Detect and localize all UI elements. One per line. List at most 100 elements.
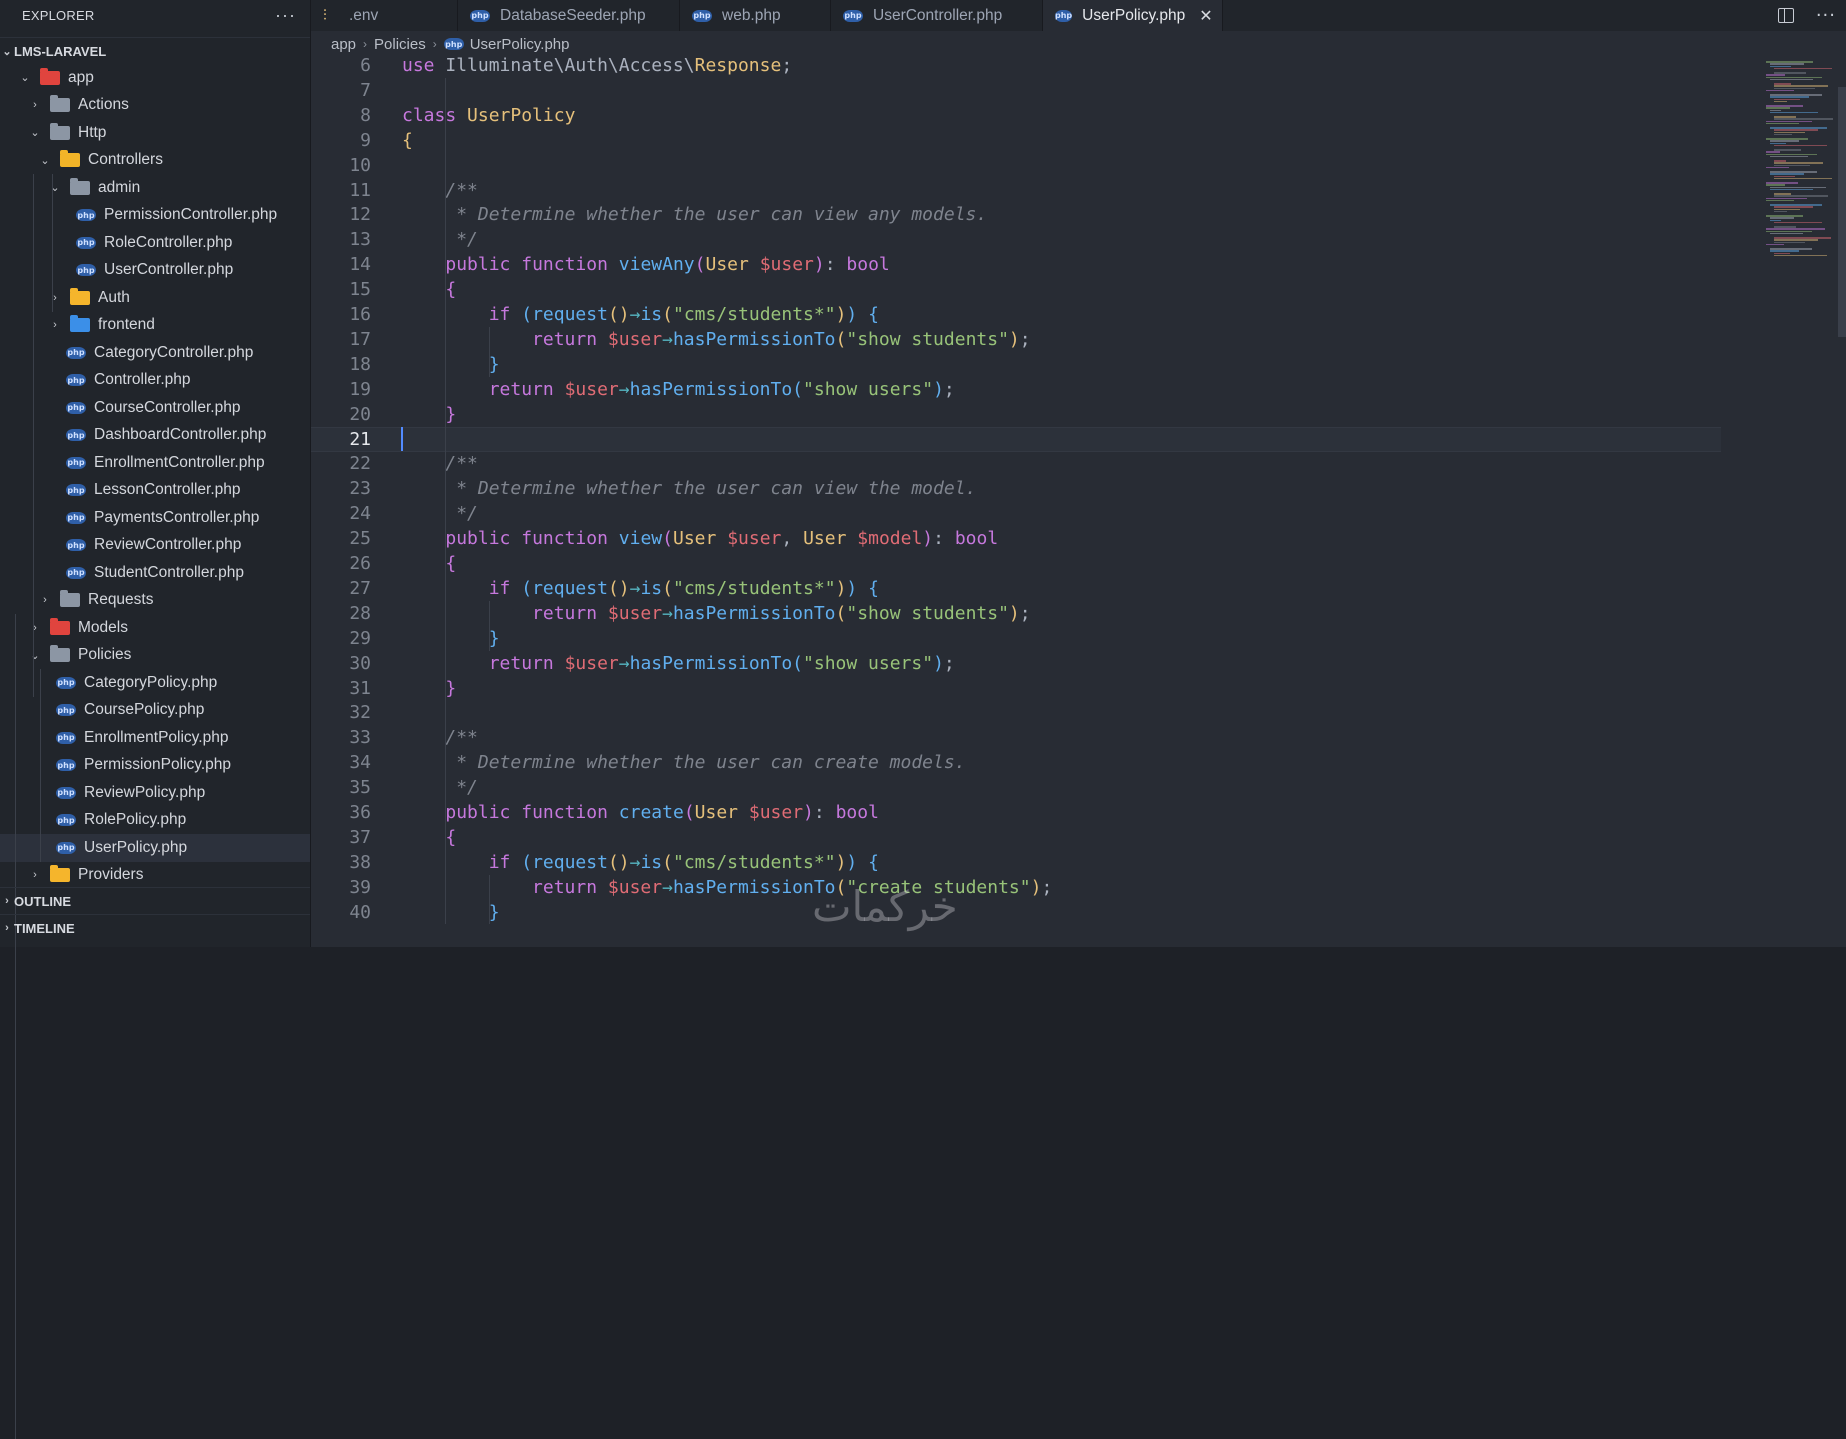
code-line[interactable]: { [402, 825, 456, 850]
folder-item[interactable]: › Auth [0, 284, 310, 312]
code-token: ) [933, 652, 944, 674]
timeline-section[interactable]: › TIMELINE [0, 914, 310, 941]
code-line[interactable]: * Determine whether the user can view an… [402, 202, 987, 227]
code-line[interactable]: */ [402, 501, 478, 526]
code-line[interactable]: return $user→hasPermissionTo("show users… [402, 651, 955, 676]
code-token: Illuminate\Auth\Access\ [434, 57, 695, 76]
folder-item[interactable]: ⌄ Http [0, 119, 310, 147]
php-file-icon: php [56, 786, 76, 799]
code-line[interactable]: } [402, 352, 500, 377]
file-item[interactable]: php UserController.php [0, 257, 310, 285]
split-editor-icon[interactable] [1777, 8, 1794, 23]
file-item[interactable]: php EnrollmentPolicy.php [0, 724, 310, 752]
explorer-sidebar: EXPLORER ··· ⌄ LMS-LARAVEL ⌄ app › Actions ⌄… [0, 0, 311, 1439]
code-token: return [488, 652, 554, 674]
code-line[interactable]: */ [402, 775, 478, 800]
code-line[interactable]: * Determine whether the user can create … [402, 750, 965, 775]
folder-item[interactable]: ⌄ Controllers [0, 147, 310, 175]
code-token: function [521, 528, 608, 550]
line-number: 30 [349, 652, 371, 674]
folder-item[interactable]: ⌄ app [0, 64, 310, 92]
close-icon[interactable]: ✕ [1199, 6, 1212, 26]
tab-usercontroller-php[interactable]: php UserController.php [831, 0, 1043, 31]
file-item[interactable]: php RoleController.php [0, 229, 310, 257]
file-item[interactable]: php EnrollmentController.php [0, 449, 310, 477]
tab-databaseseeder-php[interactable]: php DatabaseSeeder.php [458, 0, 680, 31]
php-file-icon: php [443, 38, 464, 50]
code-token: bool [846, 254, 890, 276]
breadcrumb-item[interactable]: UserPolicy.php [470, 36, 570, 53]
code-line[interactable]: class UserPolicy [402, 103, 575, 128]
code-token: User [803, 528, 847, 550]
file-item[interactable]: php PermissionPolicy.php [0, 752, 310, 780]
code-line[interactable]: public function create(User $user): bool [402, 800, 879, 825]
vertical-scrollbar[interactable] [1838, 87, 1846, 337]
file-item[interactable]: php CategoryController.php [0, 339, 310, 367]
code-line[interactable]: return $user→hasPermissionTo("show stude… [402, 327, 1031, 352]
code-line[interactable]: } [402, 626, 500, 651]
folder-icon [70, 287, 90, 305]
folder-item[interactable]: ⌄ admin [0, 174, 310, 202]
workspace-root[interactable]: ⌄ LMS-LARAVEL [0, 37, 310, 64]
chevron-right-icon: › [33, 869, 37, 882]
file-item[interactable]: php RolePolicy.php [0, 807, 310, 835]
file-item[interactable]: php CourseController.php [0, 394, 310, 422]
file-item[interactable]: php CoursePolicy.php [0, 697, 310, 725]
more-actions-icon[interactable]: ··· [275, 5, 296, 26]
code-line[interactable]: } [402, 900, 500, 925]
file-item[interactable]: php UserPolicy.php [0, 834, 310, 862]
code-token: is [640, 304, 663, 325]
chevron-down-icon: ⌄ [40, 154, 50, 167]
code-line[interactable]: if (request()→is("cms/students*")) { [402, 576, 879, 601]
minimap[interactable] [1762, 59, 1833, 259]
chevron-down-icon: ⌄ [50, 182, 60, 195]
code-line[interactable]: use Illuminate\Auth\Access\Response; [402, 57, 792, 78]
code-line[interactable]: { [402, 277, 456, 302]
code-line[interactable]: } [402, 676, 456, 701]
folder-item[interactable]: › Actions [0, 92, 310, 120]
breadcrumb-item[interactable]: Policies [374, 36, 426, 53]
tab-userpolicy-php[interactable]: php UserPolicy.php ✕ [1043, 0, 1223, 31]
code-token: * Determine whether the user can view th… [445, 478, 977, 500]
file-item[interactable]: php DashboardController.php [0, 422, 310, 450]
breadcrumb-item[interactable]: app [331, 36, 356, 53]
code-line[interactable]: { [402, 128, 413, 153]
file-item[interactable]: php StudentController.php [0, 559, 310, 587]
code-line[interactable]: /** [402, 178, 478, 203]
code-line[interactable]: */ [402, 227, 478, 252]
folder-item[interactable]: › Requests [0, 587, 310, 615]
code-line[interactable]: if (request()→is("cms/students*")) { [402, 850, 879, 875]
code-line[interactable]: public function view(User $user, User $m… [402, 526, 998, 551]
folder-item[interactable]: ⌄ Policies [0, 642, 310, 670]
file-item[interactable]: php PaymentsController.php [0, 504, 310, 532]
file-item[interactable]: php CategoryPolicy.php [0, 669, 310, 697]
code-line[interactable]: /** [402, 451, 478, 476]
file-item[interactable]: php ReviewPolicy.php [0, 779, 310, 807]
tab-env[interactable]: ⫶ .env [311, 0, 458, 31]
folder-item[interactable]: › Providers [0, 862, 310, 890]
code-line[interactable]: /** [402, 725, 478, 750]
code-line[interactable]: return $user→hasPermissionTo("create stu… [402, 875, 1052, 900]
file-item[interactable]: php PermissionController.php [0, 202, 310, 230]
code-line[interactable]: public function viewAny(User $user): boo… [402, 252, 890, 277]
code-line[interactable]: } [402, 402, 456, 427]
file-item[interactable]: php LessonController.php [0, 477, 310, 505]
code-editor[interactable]: 6 7 8 9 10 11 12 13 14 15 16 17 18 19 20 21 22 23 24 25 26 27… [311, 57, 1846, 947]
breadcrumb: app › Policies › php UserPolicy.php [311, 31, 1846, 57]
code-line[interactable]: return $user→hasPermissionTo("show users… [402, 377, 955, 402]
code-token: ( [662, 577, 673, 599]
folder-item[interactable]: › frontend [0, 312, 310, 340]
code-line[interactable]: if (request()→is("cms/students*")) { [402, 302, 879, 327]
outline-section[interactable]: › OUTLINE [0, 887, 310, 914]
more-actions-icon[interactable]: ··· [1816, 5, 1836, 26]
file-item[interactable]: php Controller.php [0, 367, 310, 395]
folder-item[interactable]: › Models [0, 614, 310, 642]
code-line[interactable]: return $user→hasPermissionTo("show stude… [402, 601, 1031, 626]
folder-icon [50, 645, 70, 663]
code-line[interactable]: { [402, 551, 456, 576]
code-line[interactable]: * Determine whether the user can view th… [402, 476, 976, 501]
file-item[interactable]: php ReviewController.php [0, 532, 310, 560]
tab-web-php[interactable]: php web.php [680, 0, 831, 31]
